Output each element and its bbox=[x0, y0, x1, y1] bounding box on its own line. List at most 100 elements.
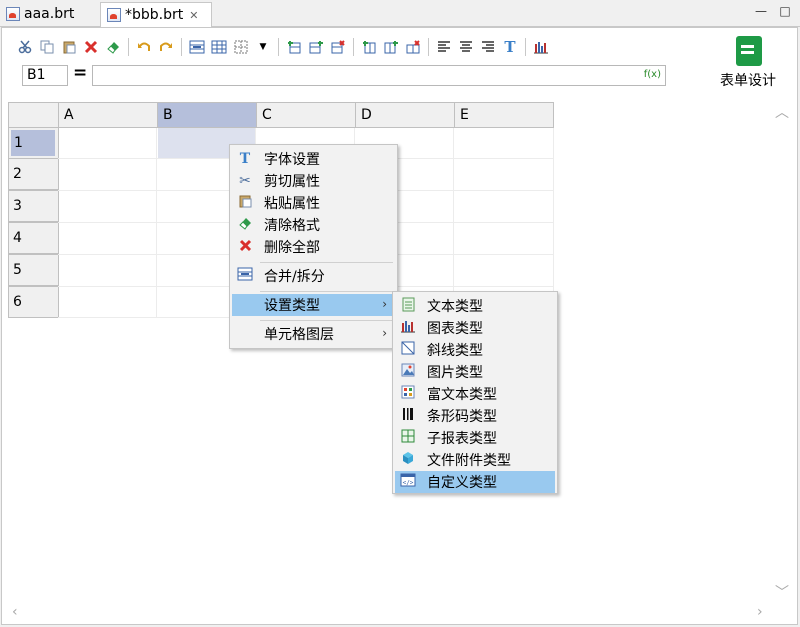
cut-icon[interactable] bbox=[14, 36, 36, 58]
menu-item-label: 子报表类型 bbox=[427, 431, 497, 447]
align-left-icon[interactable] bbox=[433, 36, 455, 58]
attachment-type-icon bbox=[397, 451, 419, 469]
column-header-a[interactable]: A bbox=[58, 102, 158, 128]
grid-column-line bbox=[553, 128, 554, 318]
menu-item-label: 粘贴属性 bbox=[264, 196, 320, 212]
toolbar-separator bbox=[428, 38, 429, 56]
chart-icon[interactable] bbox=[530, 36, 552, 58]
menu-separator bbox=[260, 262, 393, 263]
close-icon[interactable]: ✕ bbox=[189, 9, 198, 22]
column-header-e[interactable]: E bbox=[454, 102, 554, 128]
menu-item-label: 字体设置 bbox=[264, 152, 320, 168]
insert-column-right-icon[interactable] bbox=[380, 36, 402, 58]
insert-row-above-icon[interactable] bbox=[283, 36, 305, 58]
undo-icon[interactable] bbox=[133, 36, 155, 58]
scroll-down-icon[interactable]: ﹀ bbox=[775, 582, 789, 602]
column-header-b[interactable]: B bbox=[157, 102, 257, 128]
formula-input[interactable]: f(x) bbox=[92, 65, 666, 86]
menu-item-paste-properties[interactable]: 粘贴属性 bbox=[232, 192, 395, 214]
menu-item-label: 删除全部 bbox=[264, 240, 320, 256]
merge-icon bbox=[234, 267, 256, 285]
scroll-right-icon[interactable]: › bbox=[757, 604, 763, 620]
table-icon[interactable] bbox=[208, 36, 230, 58]
submenu-item-diagonal-type[interactable]: 斜线类型 bbox=[395, 339, 555, 361]
menu-item-label: 剪切属性 bbox=[264, 174, 320, 190]
chevron-right-icon: › bbox=[382, 297, 387, 311]
eraser-icon[interactable] bbox=[102, 36, 124, 58]
delete-icon[interactable] bbox=[80, 36, 102, 58]
menu-item-clear-format[interactable]: 清除格式 bbox=[232, 214, 395, 236]
paste-icon bbox=[234, 194, 256, 212]
merge-cells-icon[interactable] bbox=[186, 36, 208, 58]
menu-item-merge-split[interactable]: 合并/拆分 bbox=[232, 265, 395, 287]
type-submenu: 文本类型 图表类型 斜线类型 图片类型 富文本类型 条形码类型 子报表类型 文件… bbox=[392, 291, 558, 494]
scroll-up-icon[interactable]: ︿ bbox=[775, 102, 789, 122]
toolbar-separator bbox=[128, 38, 129, 56]
submenu-item-subreport-type[interactable]: 子报表类型 bbox=[395, 427, 555, 449]
submenu-item-text-type[interactable]: 文本类型 bbox=[395, 295, 555, 317]
chevron-down-icon[interactable]: ▼ bbox=[252, 36, 274, 58]
chart-type-icon bbox=[397, 319, 419, 337]
toolbar: ▼ T bbox=[14, 36, 552, 58]
redo-icon[interactable] bbox=[155, 36, 177, 58]
menu-item-label: 图表类型 bbox=[427, 321, 483, 337]
row-header-2[interactable]: 2 bbox=[8, 158, 59, 190]
row-header-6[interactable]: 6 bbox=[8, 286, 59, 318]
row-header-5[interactable]: 5 bbox=[8, 254, 59, 286]
menu-item-label: 文本类型 bbox=[427, 299, 483, 315]
menu-item-delete-all[interactable]: 删除全部 bbox=[232, 236, 395, 258]
toolbar-separator bbox=[278, 38, 279, 56]
menu-item-label: 条形码类型 bbox=[427, 409, 497, 425]
submenu-item-rich-text-type[interactable]: 富文本类型 bbox=[395, 383, 555, 405]
form-design-button[interactable]: 表单设计 bbox=[676, 28, 796, 100]
copy-icon[interactable] bbox=[36, 36, 58, 58]
scissors-icon: ✂ bbox=[239, 173, 251, 189]
menu-item-label: 斜线类型 bbox=[427, 343, 483, 359]
submenu-item-custom-type[interactable]: </> 自定义类型 bbox=[395, 471, 555, 493]
report-file-icon bbox=[6, 7, 20, 21]
submenu-item-barcode-type[interactable]: 条形码类型 bbox=[395, 405, 555, 427]
submenu-item-chart-type[interactable]: 图表类型 bbox=[395, 317, 555, 339]
menu-item-cell-layer[interactable]: 单元格图层 › bbox=[232, 323, 395, 345]
context-menu: T 字体设置 ✂ 剪切属性 粘贴属性 清除格式 删除全部 合并/拆分 设置类型 … bbox=[229, 144, 398, 349]
row-header-4[interactable]: 4 bbox=[8, 222, 59, 254]
align-center-icon[interactable] bbox=[455, 36, 477, 58]
row-header-1[interactable]: 1 bbox=[8, 127, 59, 159]
rich-text-type-icon bbox=[397, 385, 419, 403]
menu-item-label: 文件附件类型 bbox=[427, 453, 511, 469]
submenu-item-image-type[interactable]: 图片类型 bbox=[395, 361, 555, 383]
tab-label: *bbb.brt bbox=[125, 7, 184, 23]
menu-item-label: 合并/拆分 bbox=[264, 269, 325, 285]
equals-sign: = bbox=[73, 63, 88, 83]
cell-reference-box[interactable]: B1 bbox=[22, 65, 68, 86]
submenu-item-attachment-type[interactable]: 文件附件类型 bbox=[395, 449, 555, 471]
scroll-left-icon[interactable]: ‹ bbox=[12, 604, 18, 620]
column-header-d[interactable]: D bbox=[355, 102, 455, 128]
row-header-3[interactable]: 3 bbox=[8, 190, 59, 222]
menu-item-set-type[interactable]: 设置类型 › bbox=[232, 294, 395, 316]
insert-row-below-icon[interactable] bbox=[305, 36, 327, 58]
delete-column-icon[interactable] bbox=[402, 36, 424, 58]
align-right-icon[interactable] bbox=[477, 36, 499, 58]
minimize-icon[interactable]: — bbox=[754, 4, 768, 18]
menu-item-cut-properties[interactable]: ✂ 剪切属性 bbox=[232, 170, 395, 192]
tab-aaa[interactable]: aaa.brt bbox=[0, 2, 98, 26]
tab-bbb[interactable]: *bbb.brt ✕ bbox=[100, 2, 212, 27]
font-icon: T bbox=[239, 151, 251, 167]
column-header-c[interactable]: C bbox=[256, 102, 356, 128]
menu-item-font-settings[interactable]: T 字体设置 bbox=[232, 148, 395, 170]
paste-icon[interactable] bbox=[58, 36, 80, 58]
insert-column-left-icon[interactable] bbox=[358, 36, 380, 58]
form-design-label: 表单设计 bbox=[720, 73, 776, 89]
grid-corner[interactable] bbox=[8, 102, 59, 128]
menu-item-label: 清除格式 bbox=[264, 218, 320, 234]
border-icon[interactable] bbox=[230, 36, 252, 58]
report-file-icon bbox=[107, 8, 121, 22]
font-icon[interactable]: T bbox=[499, 36, 521, 58]
delete-row-icon[interactable] bbox=[327, 36, 349, 58]
fx-icon[interactable]: f(x) bbox=[644, 69, 661, 80]
menu-item-label: 图片类型 bbox=[427, 365, 483, 381]
menu-item-label: 富文本类型 bbox=[427, 387, 497, 403]
menu-item-label: 设置类型 bbox=[264, 298, 320, 314]
maximize-icon[interactable]: □ bbox=[778, 4, 792, 18]
